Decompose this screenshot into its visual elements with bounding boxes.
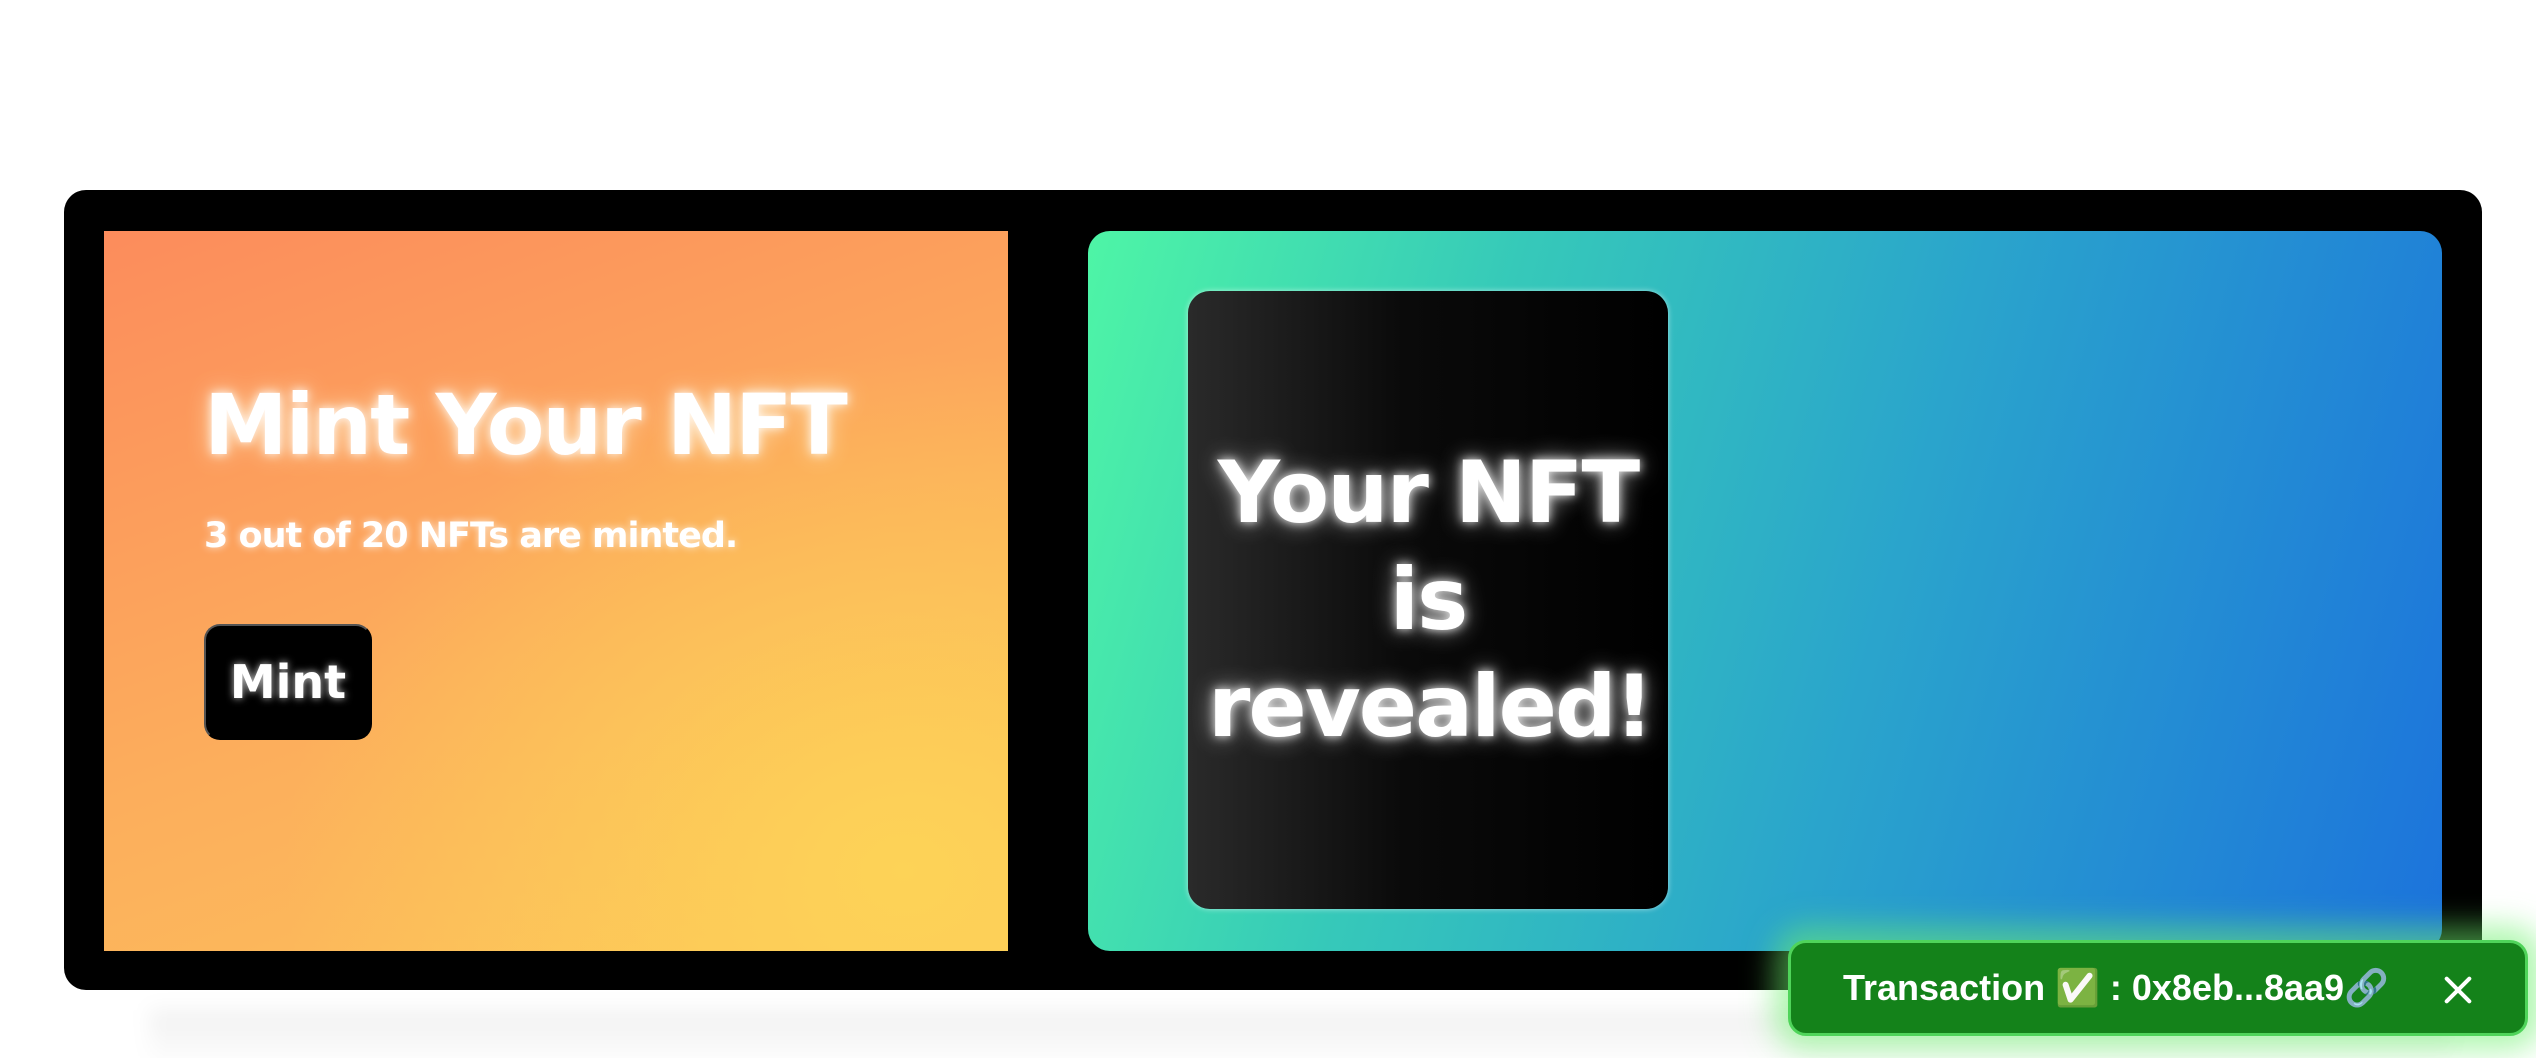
reveal-panel: Your NFT is revealed! (1088, 231, 2442, 951)
toast-message[interactable]: Transaction ✅ : 0x8eb...8aa9🔗 (1843, 943, 2389, 1033)
mint-title: Mint Your NFT (204, 376, 848, 474)
minted-count-text: 3 out of 20 NFTs are minted. (204, 516, 738, 556)
mint-panel: Mint Your NFT 3 out of 20 NFTs are minte… (104, 231, 1008, 951)
nft-card: Your NFT is revealed! (1188, 291, 1668, 909)
transaction-toast: Transaction ✅ : 0x8eb...8aa9🔗 (1788, 940, 2528, 1036)
close-icon[interactable] (2439, 971, 2477, 1009)
nft-card-text: Your NFT is revealed! (1208, 442, 1654, 757)
mint-button[interactable]: Mint (204, 624, 372, 740)
